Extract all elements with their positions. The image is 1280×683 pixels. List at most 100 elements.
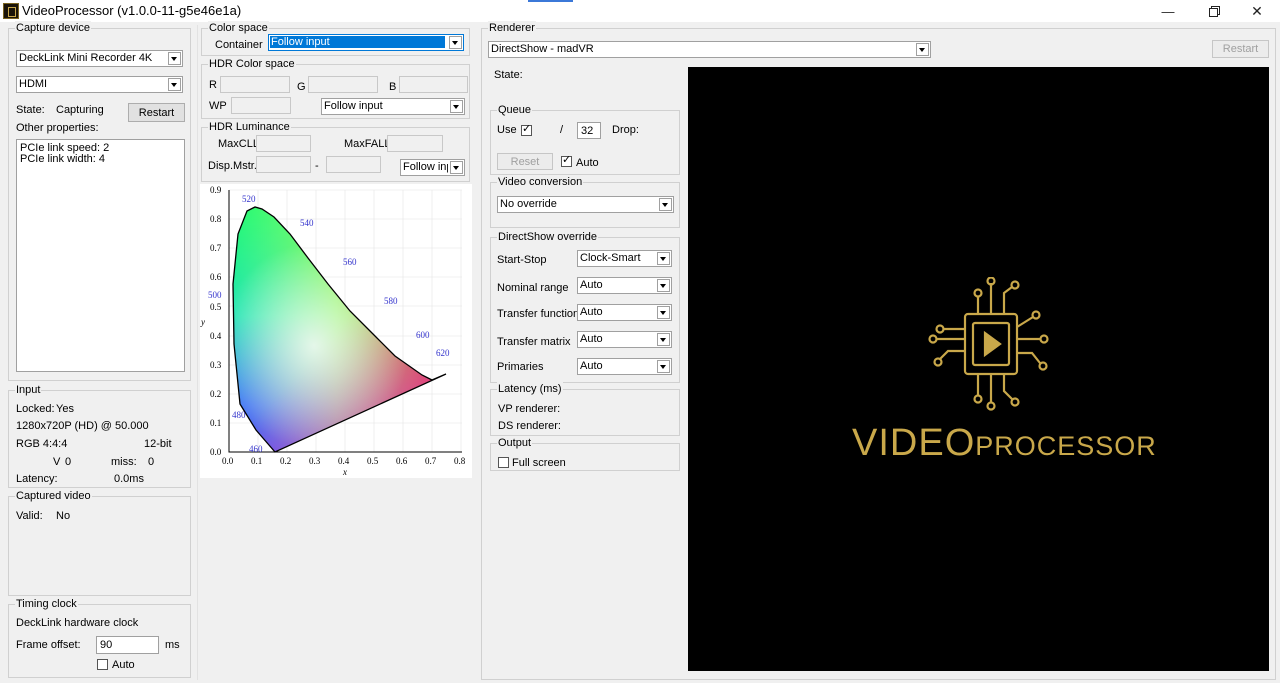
wavelength-label: 520 — [242, 194, 256, 204]
transfer-matrix-label: Transfer matrix — [497, 336, 571, 348]
primaries-select[interactable]: Auto — [577, 358, 672, 375]
wavelength-label: 560 — [343, 257, 357, 267]
miss-label: miss: — [111, 456, 137, 468]
group-title: Video conversion — [497, 175, 584, 189]
start-stop-label: Start-Stop — [497, 254, 547, 266]
capture-device-group: Capture device DeckLink Mini Recorder 4K… — [8, 21, 191, 381]
wp-label: WP — [209, 100, 227, 112]
valid-value: No — [56, 510, 71, 522]
video-viewport[interactable]: VIDEOPROCESSOR — [688, 67, 1269, 671]
input-select[interactable]: HDMI — [16, 76, 183, 93]
state-label: State: — [16, 104, 45, 116]
g-field — [308, 76, 378, 93]
hdr-color-space-group: HDR Color space R G B WP Follow input — [201, 57, 470, 119]
valid-label: Valid: — [16, 510, 43, 522]
properties-list[interactable]: PCIe link speed: 2 PCIe link width: 4 — [16, 139, 185, 372]
x-axis-label: x — [343, 467, 347, 477]
minimize-icon[interactable]: — — [1145, 0, 1191, 22]
chevron-down-icon — [659, 198, 672, 211]
timing-clock-group: Timing clock DeckLink hardware clock Fra… — [8, 597, 191, 678]
checkmark-icon: ✓ — [562, 154, 572, 166]
b-label: B — [389, 81, 397, 93]
locked-value: Yes — [56, 403, 74, 415]
group-title: Captured video — [15, 489, 92, 503]
container-label: Container — [215, 39, 263, 51]
queue-reset-button[interactable]: Reset — [497, 153, 553, 170]
input-group: Input Locked: Yes 1280x720P (HD) @ 50.00… — [8, 383, 191, 488]
y-tick: 0.9 — [210, 185, 222, 195]
divider — [197, 25, 198, 680]
start-stop-select[interactable]: Clock-Smart — [577, 250, 672, 267]
disp-mstr-min-field — [256, 156, 311, 173]
disp-mstr-label: Disp.Mstr. — [208, 160, 257, 172]
latency-group: Latency (ms) VP renderer: DS renderer: — [490, 382, 680, 436]
x-tick: 0.7 — [425, 456, 437, 466]
hdr-color-mode-select[interactable]: Follow input — [321, 98, 465, 115]
locked-label: Locked: — [16, 403, 55, 415]
captured-video-group: Captured video Valid: No — [8, 489, 191, 596]
logo-wordmark: VIDEOPROCESSOR — [852, 422, 1157, 465]
latency-label: Latency: — [16, 473, 58, 485]
container-select[interactable]: Follow input — [268, 34, 464, 51]
group-title: HDR Color space — [208, 57, 296, 71]
queue-size-input[interactable]: 32 — [577, 122, 601, 139]
bit-depth: 12-bit — [144, 438, 172, 450]
group-title: HDR Luminance — [208, 120, 291, 134]
r-label: R — [209, 79, 217, 91]
renderer-group: Renderer DirectShow - madVR Restart Stat… — [481, 21, 1276, 680]
group-title: DirectShow override — [497, 230, 599, 244]
x-tick: 0.6 — [396, 456, 408, 466]
fullscreen-checkbox[interactable] — [498, 457, 509, 468]
transfer-matrix-select[interactable]: Auto — [577, 331, 672, 348]
y-tick: 0.0 — [210, 447, 222, 457]
output-group: Output Full screen — [490, 436, 680, 471]
close-icon[interactable]: ✕ — [1234, 0, 1280, 22]
group-title: Input — [15, 383, 42, 397]
restore-icon[interactable] — [1191, 0, 1237, 22]
renderer-select[interactable]: DirectShow - madVR — [488, 41, 931, 58]
video-conversion-group: Video conversion No override — [490, 175, 680, 228]
logo-text-video: VIDEO — [852, 422, 976, 464]
group-title: Timing clock — [15, 597, 78, 611]
x-tick: 0.2 — [280, 456, 292, 466]
chevron-down-icon — [916, 43, 929, 56]
restart-capture-button[interactable]: Restart — [128, 103, 185, 122]
wavelength-label: 540 — [300, 218, 314, 228]
x-tick: 0.4 — [338, 456, 350, 466]
fullscreen-label: Full screen — [512, 457, 566, 469]
y-tick: 0.6 — [210, 272, 222, 282]
frame-offset-input[interactable]: 90 — [96, 636, 159, 654]
y-tick: 0.2 — [210, 389, 222, 399]
primaries-label: Primaries — [497, 361, 544, 373]
queue-group: Queue Use ✓ / 32 Drop: Reset ✓ Auto — [490, 103, 680, 175]
queue-slash: / — [560, 124, 564, 136]
chevron-down-icon — [657, 252, 670, 265]
clock-source: DeckLink hardware clock — [16, 617, 139, 629]
queue-use-checkbox[interactable]: ✓ — [521, 123, 532, 136]
hdr-luminance-mode-select[interactable]: Follow inpu — [400, 159, 465, 176]
frame-offset-unit: ms — [165, 639, 180, 651]
queue-auto-checkbox[interactable]: ✓ — [561, 154, 572, 167]
device-select[interactable]: DeckLink Mini Recorder 4K — [16, 50, 183, 67]
restart-renderer-button[interactable]: Restart — [1212, 40, 1269, 58]
chevron-down-icon — [450, 161, 463, 174]
video-mode: 1280x720P (HD) @ 50.000 — [16, 420, 149, 432]
maxfall-label: MaxFALL — [344, 138, 391, 150]
directshow-override-group: DirectShow override Start-Stop Clock-Sma… — [490, 230, 680, 383]
transfer-function-select[interactable]: Auto — [577, 304, 672, 321]
nominal-range-select[interactable]: Auto — [577, 277, 672, 294]
x-tick: 0.0 — [222, 456, 234, 466]
chevron-down-icon — [657, 279, 670, 292]
x-tick: 0.3 — [309, 456, 321, 466]
transfer-function-label: Transfer function — [497, 308, 580, 320]
queue-auto-label: Auto — [576, 157, 599, 169]
chevron-down-icon — [657, 360, 670, 373]
timing-auto-checkbox[interactable] — [97, 659, 108, 670]
video-conversion-select[interactable]: No override — [497, 196, 674, 213]
vp-renderer-label: VP renderer: — [498, 403, 561, 415]
videoprocessor-logo-icon — [928, 277, 1049, 411]
state-value: Capturing — [56, 104, 104, 116]
v-label: V — [53, 456, 61, 468]
ds-renderer-label: DS renderer: — [498, 420, 561, 432]
timing-auto-label: Auto — [112, 659, 135, 671]
